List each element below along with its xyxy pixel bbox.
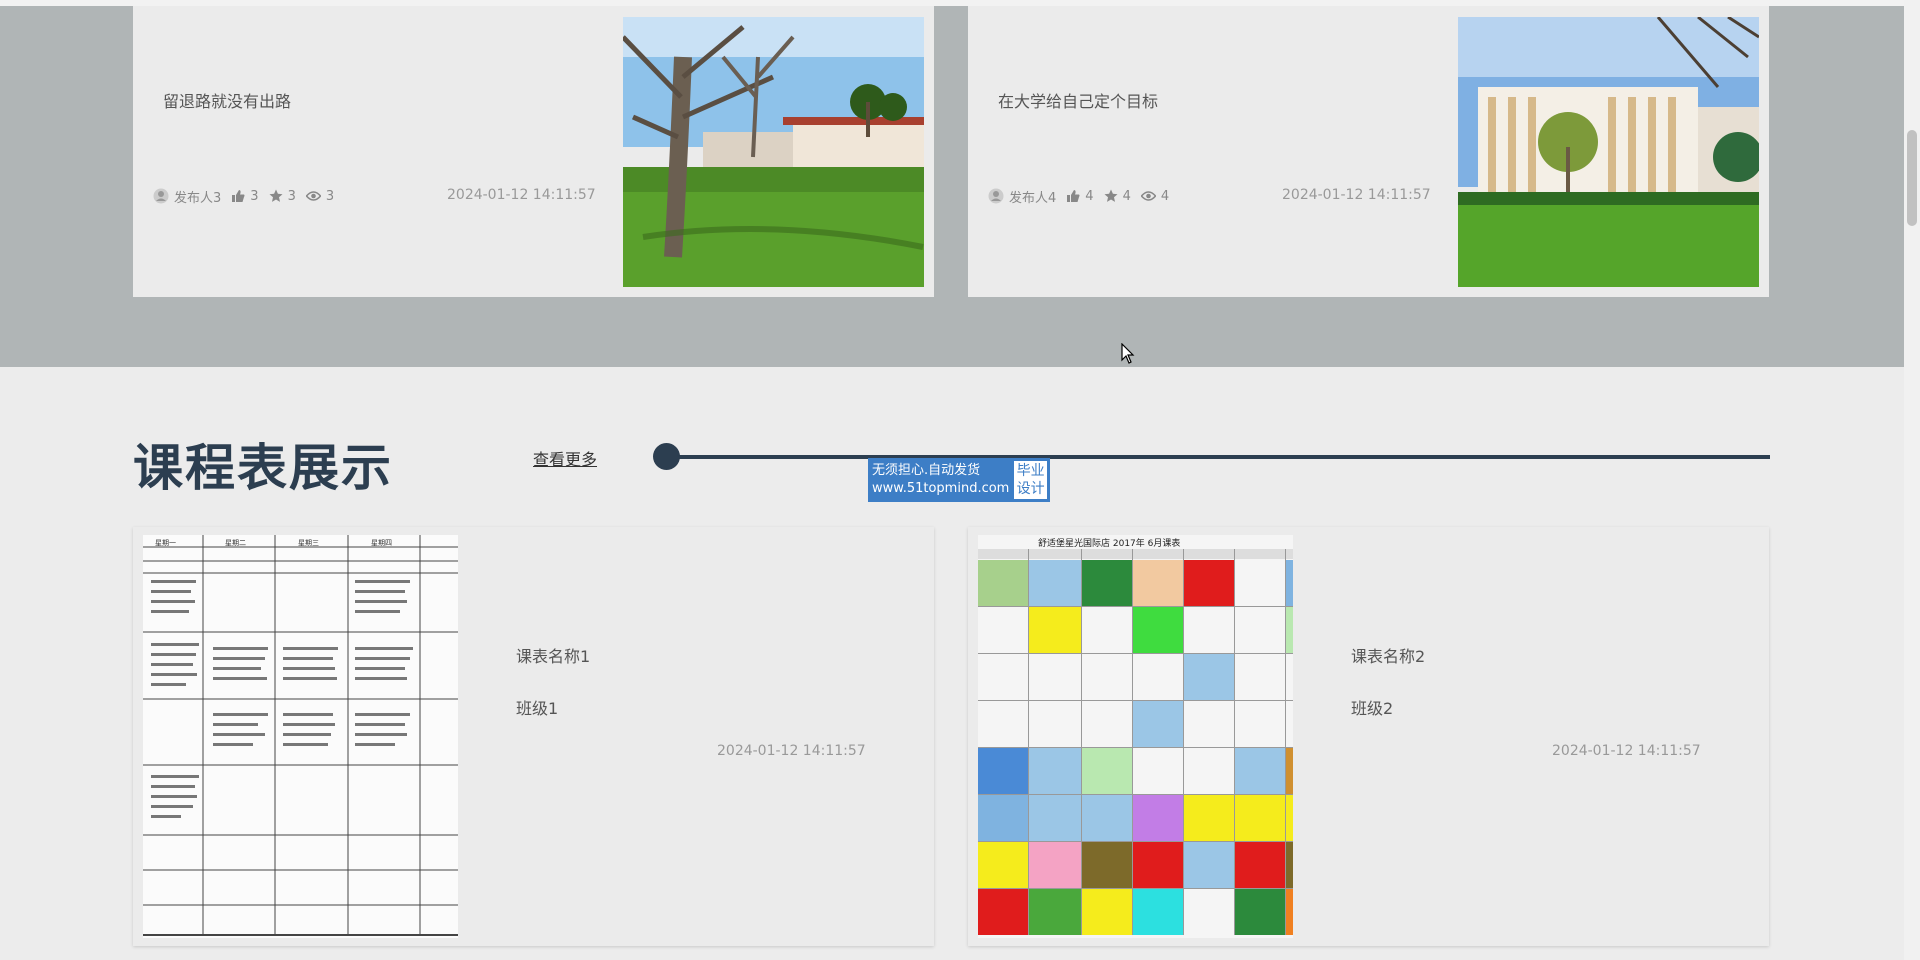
schedule-date: 2024-01-12 14:11:57 (1552, 743, 1701, 759)
scrollbar-thumb[interactable] (1907, 130, 1917, 226)
likes: 3 (231, 188, 259, 204)
schedule-name[interactable]: 课表名称1 (516, 643, 590, 667)
schedule-header-day: 星期一 (155, 539, 176, 547)
view-more-link[interactable]: 查看更多 (533, 446, 597, 470)
favorites-count: 4 (1122, 188, 1131, 204)
watermark-text: 无须担心.自动发货 www.51topmind.com (868, 458, 1013, 502)
views-count: 3 (325, 188, 335, 204)
favorites: 3 (269, 189, 296, 204)
eye-icon (305, 191, 321, 201)
schedule-class: 班级2 (1351, 699, 1394, 718)
article-title[interactable]: 留退路就没有出路 (163, 88, 291, 112)
star-icon (269, 189, 283, 202)
eye-icon (1140, 191, 1156, 201)
schedule-header-day: 星期二 (225, 539, 246, 547)
article-image[interactable] (623, 17, 924, 287)
watermark-badge: 无须担心.自动发货 www.51topmind.com 毕业 设计 (868, 458, 1050, 502)
section-divider-line (666, 455, 1770, 459)
article-date: 2024-01-12 14:11:57 (1282, 187, 1431, 203)
likes: 4 (1066, 188, 1094, 204)
mouse-cursor-icon (1121, 343, 1135, 364)
article-card[interactable]: 留退路就没有出路 发布人3 3 3 3 2024-01-12 14:11:57 (133, 6, 934, 297)
thumbs-up-icon (1067, 190, 1080, 202)
thumbs-up-icon (232, 190, 245, 202)
favorites: 4 (1104, 189, 1131, 204)
schedule-image-title: 舒适堡星光国际店 2017年 6月课表 (1038, 537, 1180, 549)
likes-count: 3 (250, 188, 259, 204)
likes-count: 4 (1085, 188, 1094, 204)
article-title[interactable]: 在大学给自己定个目标 (998, 88, 1158, 112)
page-scrollbar[interactable] (1904, 0, 1920, 960)
author-name: 发布人4 (1009, 190, 1057, 206)
favorites-count: 3 (287, 188, 296, 204)
schedule-image[interactable]: 星期一 星期二 星期三 星期四 (143, 535, 458, 938)
article-date: 2024-01-12 14:11:57 (447, 187, 596, 203)
views: 3 (305, 188, 335, 204)
author: 发布人3 (153, 187, 221, 206)
articles-band: 留退路就没有出路 发布人3 3 3 3 2024-01-12 14:11:57 (0, 0, 1904, 367)
star-icon (1104, 189, 1118, 202)
article-meta: 发布人3 3 3 3 (153, 186, 344, 206)
watermark-line1: 无须担心.自动发货 (872, 463, 981, 478)
schedule-card[interactable]: 舒适堡星光国际店 2017年 6月课表 课表名称2 班级2 2024-01-12… (968, 527, 1769, 946)
user-avatar-icon (153, 188, 169, 204)
user-avatar-icon (988, 188, 1004, 204)
schedule-image[interactable]: 舒适堡星光国际店 2017年 6月课表 (978, 535, 1293, 938)
watermark-tag: 毕业 设计 (1013, 460, 1048, 500)
views-count: 4 (1160, 188, 1170, 204)
author-name: 发布人3 (174, 190, 222, 206)
views: 4 (1140, 188, 1170, 204)
watermark-line2: www.51topmind.com (872, 481, 1010, 496)
schedule-name[interactable]: 课表名称2 (1351, 643, 1425, 667)
schedule-card[interactable]: 星期一 星期二 星期三 星期四 课表名称1 班级1 2024-01-12 14:… (133, 527, 934, 946)
article-card[interactable]: 在大学给自己定个目标 发布人4 4 4 4 2024-01-12 14:11:5… (968, 6, 1769, 297)
schedule-header-day: 星期四 (371, 539, 392, 547)
section-title: 课程表展示 (133, 439, 393, 497)
article-meta: 发布人4 4 4 4 (988, 186, 1179, 206)
section-divider-dot (653, 443, 680, 470)
watermark-badge2: 设计 (1016, 481, 1045, 497)
article-image[interactable] (1458, 17, 1759, 287)
watermark-badge1: 毕业 (1016, 463, 1045, 479)
schedule-header-day: 星期三 (298, 539, 319, 547)
schedule-date: 2024-01-12 14:11:57 (717, 743, 866, 759)
schedule-class: 班级1 (516, 699, 559, 718)
author: 发布人4 (988, 187, 1056, 206)
